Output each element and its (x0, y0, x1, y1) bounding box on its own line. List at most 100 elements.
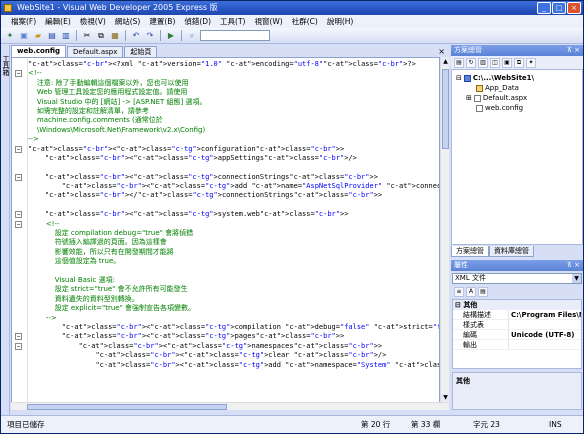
code-editor[interactable]: "c-at">class="c-br"><?xml "c-at">version… (11, 57, 440, 409)
menu-view[interactable]: 檢視(V) (80, 16, 106, 27)
pin-icon[interactable]: ⊼ × (567, 45, 580, 56)
menu-debug[interactable]: 偵錯(D) (184, 16, 211, 27)
tab-start-page[interactable]: 起始頁 (124, 46, 158, 57)
close-button[interactable]: × (567, 2, 581, 14)
properties-category[interactable]: ⊟ 其他 (453, 300, 581, 310)
fold-toggle-icon[interactable]: − (15, 333, 22, 341)
code-line[interactable]: "c-at">class="c-br"><"c-at">class="c-tg"… (15, 173, 439, 182)
code-line[interactable]: 資料遺失的資料型別轉換。 (28, 295, 439, 304)
code-line[interactable]: Web 管理工具設定您的應用程式設定值。請使用 (28, 88, 439, 97)
tree-node-app-data[interactable]: App_Data (476, 83, 519, 93)
hscroll-thumb[interactable] (27, 404, 227, 410)
code-line[interactable]: Visual Basic 選項: (28, 276, 439, 285)
tree-node-web-config[interactable]: web.config (476, 103, 523, 113)
view-code-icon[interactable]: ◫ (490, 57, 500, 68)
nest-files-icon[interactable]: ▥ (478, 57, 488, 68)
fold-toggle-icon[interactable]: − (15, 342, 22, 350)
expand-icon[interactable]: ⊞ (466, 93, 472, 103)
paste-icon[interactable]: ▦ (109, 30, 121, 42)
menu-edit[interactable]: 編輯(E) (45, 16, 71, 27)
menu-help[interactable]: 說明(H) (327, 16, 354, 27)
toolbox-strip[interactable]: 工具箱 (1, 45, 10, 415)
find-combo[interactable] (200, 30, 270, 41)
code-line[interactable]: <!-- − (15, 69, 439, 78)
scroll-thumb[interactable] (442, 69, 449, 149)
property-row[interactable]: 結構描述 C:\Program Files\M (453, 310, 581, 320)
code-line[interactable]: 設定 strict="true" 會不允許所有可能發生 (28, 285, 439, 294)
code-line[interactable]: "c-at">class="c-br"><"c-at">class="c-tg"… (28, 361, 439, 370)
code-line[interactable]: 符號插入編譯過的頁面。因為這樣會 (28, 238, 439, 247)
code-line[interactable]: Visual Studio 中的 [網站] -> [ASP.NET 組態] 選項… (28, 98, 439, 107)
open-file-icon[interactable]: ▰ (32, 30, 44, 42)
code-line[interactable] (28, 163, 439, 172)
collapse-icon[interactable]: ⊟ (456, 73, 462, 83)
view-designer-icon[interactable]: ▣ (502, 57, 512, 68)
fold-toggle-icon[interactable]: − (15, 211, 22, 219)
code-line[interactable]: machine.config.comments (通常位於 (28, 116, 439, 125)
tab-default-aspx[interactable]: Default.aspx (67, 46, 124, 57)
menu-tools[interactable]: 工具(T) (220, 16, 245, 27)
fold-toggle-icon[interactable]: − (15, 173, 22, 181)
code-line[interactable]: 這個值設定為 true。 (28, 257, 439, 266)
menu-community[interactable]: 社群(C) (292, 16, 318, 27)
code-line[interactable]: "c-at">class="c-br"><"c-at">class="c-tg"… (15, 145, 439, 154)
property-pages-icon[interactable]: ▤ (478, 287, 488, 297)
property-row[interactable]: 輸出 (453, 340, 581, 350)
code-line[interactable]: "c-at">class="c-br"><"c-at">class="c-tg"… (15, 332, 439, 341)
code-line[interactable] (28, 267, 439, 276)
properties-grid[interactable]: ⊟ 其他 結構描述 C:\Program Files\M 樣式表 編碼 Unic… (452, 299, 582, 369)
code-line[interactable] (28, 201, 439, 210)
properties-icon[interactable]: ▤ (454, 57, 464, 68)
redo-icon[interactable]: ↷ (144, 30, 156, 42)
editor-vertical-scrollbar[interactable]: ▲ ▼ (440, 57, 450, 402)
menu-website[interactable]: 網站(S) (115, 16, 141, 27)
fold-toggle-icon[interactable]: − (15, 145, 22, 153)
property-row[interactable]: 編碼 Unicode (UTF-8) (453, 330, 581, 340)
code-line[interactable]: "c-at">class="c-br"><"c-at">class="c-tg"… (15, 342, 439, 351)
asp-config-icon[interactable]: ✦ (526, 57, 536, 68)
code-line[interactable]: "c-at">class="c-br"><"c-at">class="c-tg"… (28, 182, 439, 191)
editor-horizontal-scrollbar[interactable] (11, 402, 449, 410)
scroll-down-icon[interactable]: ▼ (441, 393, 450, 402)
properties-object-select[interactable]: XML 文件 ▼ (452, 273, 582, 284)
new-project-icon[interactable]: ✦ (4, 30, 16, 42)
find-icon[interactable]: ⌕ (186, 30, 198, 42)
refresh-icon[interactable]: ↻ (466, 57, 476, 68)
solution-tree[interactable]: ⊟ C:\...\WebSite1\ App_Data ⊞ Default.as… (451, 69, 583, 245)
menu-build[interactable]: 建置(B) (149, 16, 175, 27)
code-line[interactable]: "c-at">class="c-br"></"c-at">class="c-tg… (28, 191, 439, 200)
code-line[interactable]: 設定 compilation debug="true" 會將偵錯 (28, 229, 439, 238)
code-line[interactable]: \Windows\Microsoft.Net\Framework\v2.x\Co… (28, 126, 439, 135)
cut-icon[interactable]: ✂ (81, 30, 93, 42)
copy-icon[interactable]: ⧉ (95, 30, 107, 42)
code-line[interactable]: "c-at">class="c-br"><"c-at">class="c-tg"… (28, 351, 439, 360)
save-icon[interactable]: ▤ (46, 30, 58, 42)
save-all-icon[interactable]: ▥ (60, 30, 72, 42)
code-line[interactable]: 注意: 除了手動編輯這個檔案以外，您也可以使用 (28, 79, 439, 88)
code-line[interactable]: "c-at">class="c-br"><"c-at">class="c-tg"… (28, 323, 439, 332)
code-line[interactable]: "c-at">class="c-br"><"c-at">class="c-tg"… (28, 154, 439, 163)
tree-node-default-aspx[interactable]: ⊞ Default.aspx (466, 93, 527, 103)
close-tab-icon[interactable]: × (438, 46, 448, 57)
maximize-button[interactable]: □ (552, 2, 566, 14)
add-item-icon[interactable]: ▣ (18, 30, 30, 42)
scroll-up-icon[interactable]: ▲ (441, 57, 450, 66)
menu-file[interactable]: 檔案(F) (11, 16, 36, 27)
start-debug-icon[interactable]: ▶ (165, 30, 177, 42)
properties-pin-icon[interactable]: ⊼ × (567, 260, 580, 271)
fold-toggle-icon[interactable]: − (15, 70, 22, 78)
code-line[interactable]: 如需完整的設定和註解清單，請參考 (28, 107, 439, 116)
menu-window[interactable]: 視窗(W) (254, 16, 282, 27)
tree-node-project[interactable]: ⊟ C:\...\WebSite1\ (456, 73, 534, 83)
alphabetical-icon[interactable]: A (466, 287, 476, 297)
code-line[interactable]: --> (28, 135, 439, 144)
undo-icon[interactable]: ↶ (130, 30, 142, 42)
fold-toggle-icon[interactable]: − (15, 220, 22, 228)
tab-database-explorer[interactable]: 資料庫總管 (489, 246, 534, 257)
code-line[interactable]: "c-at">class="c-br"><?xml "c-at">version… (28, 60, 439, 69)
tab-solution-explorer[interactable]: 方案總管 (451, 246, 489, 257)
toolbox-label[interactable]: 工具箱 (1, 55, 10, 76)
chevron-down-icon[interactable]: ▼ (572, 274, 581, 283)
code-line[interactable]: 影響效能，所以只有在開發期間才能將 (28, 248, 439, 257)
code-line[interactable]: "c-at">class="c-br"><"c-at">class="c-tg"… (15, 210, 439, 219)
